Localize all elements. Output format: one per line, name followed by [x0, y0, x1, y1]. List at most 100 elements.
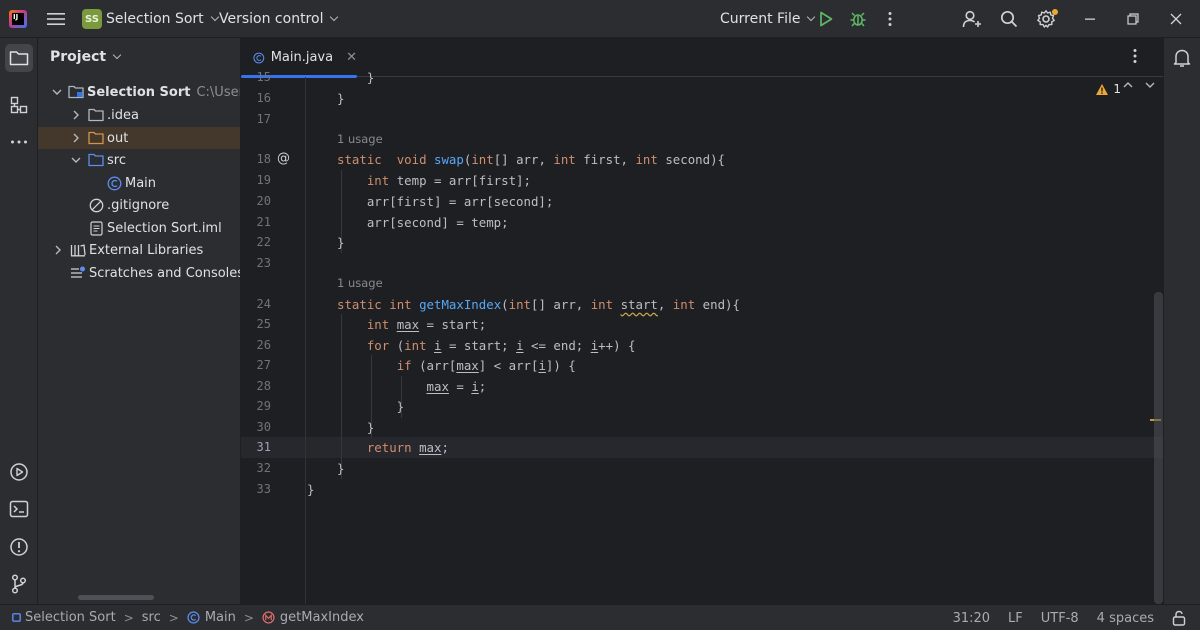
settings-gear-icon[interactable] [1034, 7, 1058, 31]
debug-icon[interactable] [846, 7, 870, 31]
tree-item-iml[interactable]: Selection Sort.iml [38, 217, 240, 239]
search-icon[interactable] [997, 7, 1021, 31]
breadcrumb-src[interactable]: src [142, 610, 161, 625]
module-folder-icon [68, 84, 84, 100]
line-number: 32 [256, 461, 271, 475]
project-tool-button[interactable] [5, 44, 33, 72]
close-tab-icon[interactable]: ✕ [346, 50, 357, 65]
editor-vertical-scrollbar[interactable] [1154, 292, 1163, 604]
module-icon [12, 613, 21, 622]
code-line: static int getMaxIndex(int[] arr, int st… [337, 297, 740, 312]
tree-item-out[interactable]: out [38, 127, 240, 149]
code-line: if (arr[max] < arr[i]) { [396, 358, 576, 373]
tree-item-path: C:\Users\n [196, 84, 240, 100]
code-with-me-icon[interactable] [960, 7, 984, 31]
ignore-file-icon [88, 197, 104, 213]
git-tool-button[interactable] [5, 570, 33, 598]
main-menu-icon[interactable] [44, 7, 68, 31]
line-number: 30 [256, 420, 271, 434]
notifications-tool-button[interactable] [1168, 44, 1196, 72]
more-actions-icon[interactable] [878, 7, 902, 31]
indent-setting[interactable]: 4 spaces [1097, 611, 1154, 626]
project-horizontal-scrollbar[interactable] [78, 595, 154, 600]
code-line: return max; [366, 440, 449, 455]
intellij-logo-icon[interactable]: IJ [9, 10, 27, 28]
tree-item-label: out [107, 130, 129, 146]
tree-item-gitignore[interactable]: .gitignore [38, 194, 240, 216]
tree-item-project-root[interactable]: Selection Sort C:\Users\n [38, 81, 240, 103]
code-line: static void swap(int[] arr, int first, i… [337, 152, 725, 167]
file-encoding[interactable]: UTF-8 [1041, 611, 1079, 626]
tree-item-main-class[interactable]: Main [38, 172, 240, 194]
code-editor[interactable]: Main.java ✕ 15 16 17 18 19 20 21 22 23 2… [241, 38, 1163, 604]
usage-hint[interactable]: 1 usage [337, 129, 383, 150]
chevron-down-icon [112, 50, 122, 60]
code-line: } [337, 235, 345, 250]
right-tool-strip [1163, 38, 1200, 604]
inspection-widget[interactable]: 1 [1095, 82, 1121, 96]
more-tools-button[interactable] [5, 128, 33, 156]
inspection-navigation [1123, 82, 1155, 88]
tree-item-external-libraries[interactable]: External Libraries [38, 239, 240, 261]
tab-options-icon[interactable] [1133, 48, 1149, 68]
breadcrumb-method[interactable]: getMaxIndex [262, 610, 364, 625]
services-tool-button[interactable] [5, 458, 33, 486]
vcs-label: Version control [219, 11, 324, 27]
chevron-right-icon[interactable] [52, 244, 64, 256]
close-window-icon[interactable] [1164, 7, 1188, 31]
breadcrumb-project[interactable]: Selection Sort [12, 610, 116, 625]
vcs-menu[interactable]: Version control [219, 0, 339, 38]
line-number: 19 [256, 173, 271, 187]
chevron-down-icon[interactable] [52, 86, 62, 98]
line-number: 21 [256, 215, 271, 229]
project-switcher[interactable]: Selection Sort [106, 0, 219, 38]
code-line: arr[first] = arr[second]; [337, 194, 554, 209]
method-icon [262, 611, 275, 624]
problems-tool-button[interactable] [5, 533, 33, 561]
java-class-icon [106, 175, 122, 191]
terminal-tool-button[interactable] [5, 495, 33, 523]
override-marker-icon[interactable]: @ [277, 151, 290, 166]
breadcrumb-separator-icon: > [123, 610, 134, 625]
line-number: 25 [256, 317, 271, 331]
code-line: max = i; [426, 379, 487, 394]
line-number: 28 [256, 379, 271, 393]
line-number: 23 [256, 256, 271, 270]
git-branch-icon [11, 574, 27, 594]
minimize-window-icon[interactable] [1078, 7, 1102, 31]
excluded-folder-icon [88, 130, 104, 146]
code-line: arr[second] = temp; [337, 215, 509, 230]
read-only-lock-icon[interactable] [1172, 610, 1186, 626]
project-panel-header[interactable]: Project [50, 38, 122, 76]
chevron-up-icon[interactable] [1123, 82, 1133, 88]
chevron-down-icon[interactable] [1145, 82, 1155, 88]
library-icon [70, 242, 86, 258]
line-number: 15 [256, 70, 271, 84]
breadcrumb-label: Main [204, 610, 236, 625]
restore-window-icon[interactable] [1121, 7, 1145, 31]
caret-position[interactable]: 31:20 [953, 611, 990, 626]
project-badge[interactable]: SS [82, 9, 102, 29]
breadcrumb-separator-icon: > [243, 610, 254, 625]
tree-item-src[interactable]: src [38, 149, 240, 171]
structure-tool-button[interactable] [5, 91, 33, 119]
tree-item-label: .gitignore [107, 197, 170, 213]
tree-item-idea[interactable]: .idea [38, 104, 240, 126]
chevron-down-icon [330, 12, 339, 22]
usage-hint[interactable]: 1 usage [337, 273, 383, 294]
status-bar: Selection Sort > src > Main > getMaxInde… [0, 604, 1200, 630]
tab-title: Main.java [270, 50, 334, 65]
run-config-selector[interactable]: Current File [720, 0, 816, 38]
chevron-right-icon[interactable] [70, 132, 82, 144]
chevron-right-icon[interactable] [70, 109, 82, 121]
breadcrumb-main[interactable]: Main [187, 610, 236, 625]
structure-icon [10, 96, 28, 114]
chevron-down-icon[interactable] [70, 154, 82, 166]
tree-item-scratches[interactable]: Scratches and Consoles [38, 262, 240, 284]
line-separator[interactable]: LF [1008, 611, 1023, 626]
chevron-down-icon [210, 12, 219, 22]
tree-item-label: External Libraries [89, 242, 204, 258]
update-badge-icon [1052, 9, 1058, 15]
title-bar: IJ SS Selection Sort Version control Cur… [0, 0, 1200, 38]
run-icon[interactable] [814, 7, 838, 31]
